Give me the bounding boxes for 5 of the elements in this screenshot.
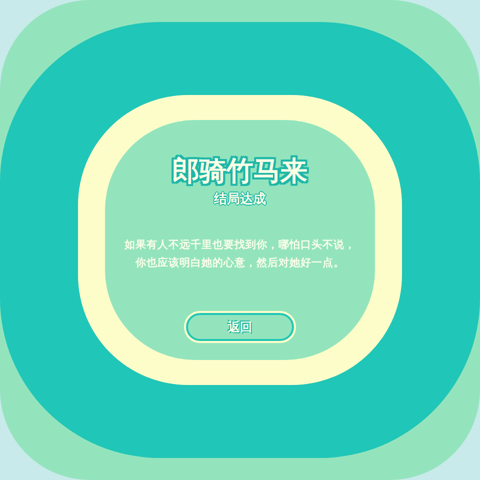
message-line: 你也应该明白她的心意，然后对她好一点。 bbox=[136, 256, 344, 271]
ending-subtitle: 结局达成 bbox=[214, 191, 266, 208]
message-line: 如果有人不远千里也要找到你，哪怕口头不说， bbox=[124, 238, 356, 253]
back-button[interactable]: 返回 bbox=[184, 311, 296, 343]
ending-title: 郎骑竹马来 bbox=[172, 156, 308, 188]
